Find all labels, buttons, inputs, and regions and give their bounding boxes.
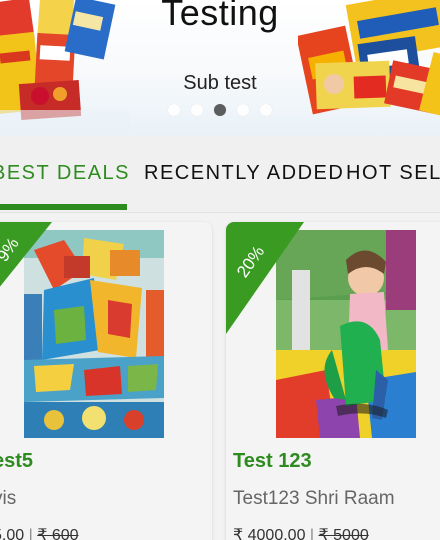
product-subtitle: vis	[0, 488, 17, 509]
product-price-row: 5.00 | ₹ 600	[0, 525, 79, 540]
category-tabs: BEST DEALS RECENTLY ADDED HOT SELL	[0, 136, 440, 212]
product-name[interactable]: est5	[0, 450, 33, 473]
product-price: ₹ 4000.00	[233, 527, 306, 540]
price-separator: |	[309, 527, 315, 540]
carousel-dots	[0, 104, 440, 116]
carousel-dot[interactable]	[237, 104, 249, 116]
banner-carousel[interactable]: Testing Sub test	[0, 0, 440, 136]
price-separator: |	[28, 527, 33, 540]
carousel-dot[interactable]	[260, 104, 272, 116]
discount-ribbon	[226, 222, 304, 334]
product-card[interactable]: 9% est5 vis 5.00 | ₹ 600	[0, 222, 212, 540]
product-old-price: ₹ 600	[37, 527, 79, 540]
active-tab-indicator	[0, 204, 127, 210]
product-price: 5.00	[0, 527, 25, 540]
tab-best-deals[interactable]: BEST DEALS	[0, 162, 130, 185]
carousel-dot[interactable]	[168, 104, 180, 116]
tabs-divider	[0, 212, 440, 213]
product-name[interactable]: Test 123	[233, 450, 312, 473]
carousel-dot-active[interactable]	[214, 104, 226, 116]
product-old-price: ₹ 5000	[318, 527, 369, 540]
tab-hot-selling[interactable]: HOT SELL	[346, 162, 440, 185]
tab-recently-added[interactable]: RECENTLY ADDED	[144, 162, 344, 185]
product-card[interactable]: 20% Test 123 Test123 Shri Raam ₹ 4000.00…	[226, 222, 440, 540]
product-subtitle: Test123 Shri Raam	[233, 488, 395, 509]
app-screen: Testing Sub test BEST DEALS RECENTLY ADD…	[0, 0, 440, 540]
product-price-row: ₹ 4000.00 | ₹ 5000	[233, 525, 369, 540]
carousel-dot[interactable]	[191, 104, 203, 116]
